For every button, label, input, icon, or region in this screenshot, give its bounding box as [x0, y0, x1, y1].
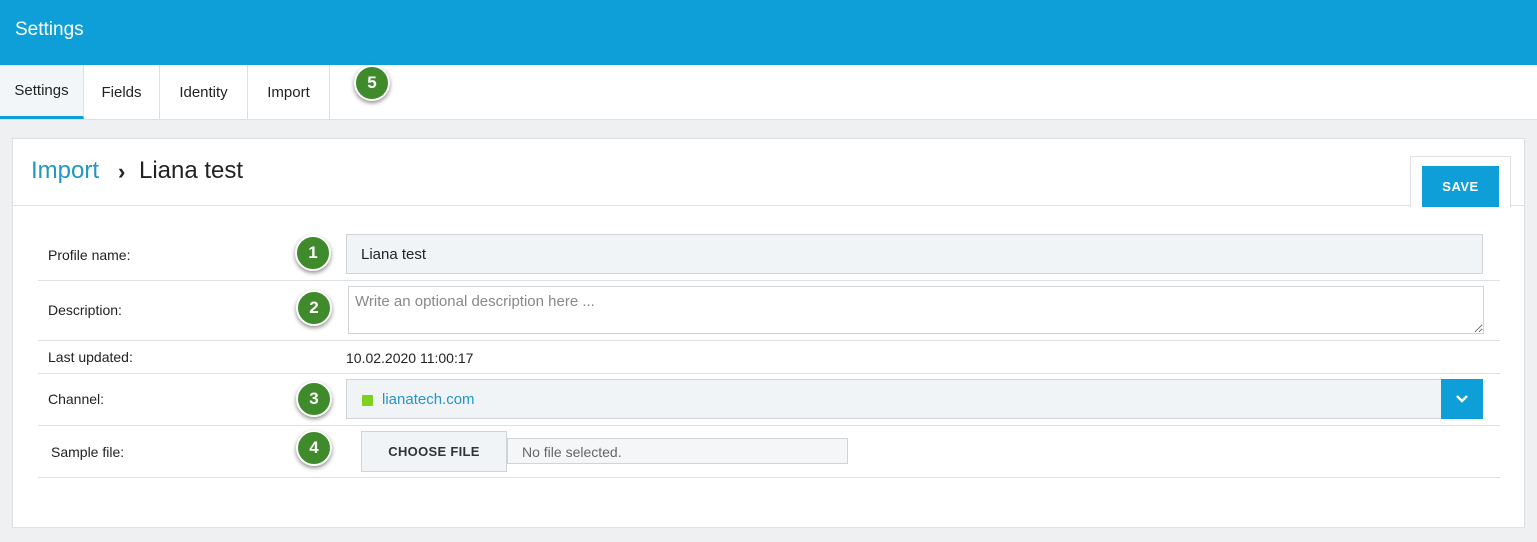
tab-label: Import: [267, 83, 310, 101]
last-updated-label: Last updated:: [48, 349, 133, 365]
chevron-right-icon: ›: [118, 159, 126, 184]
tab-label: Settings: [14, 82, 69, 99]
app-header: Settings: [0, 0, 1537, 65]
file-status: No file selected.: [507, 438, 848, 464]
tab-identity[interactable]: Identity: [160, 65, 248, 119]
row-divider: [38, 477, 1500, 478]
tab-label: Fields: [101, 83, 142, 101]
row-divider: [38, 373, 1500, 374]
breadcrumb-import-link[interactable]: Import: [31, 157, 99, 185]
panel-header: Import › Liana test SAVE: [13, 139, 1524, 207]
channel-label: Channel:: [48, 391, 105, 407]
last-updated-value: 10.02.2020 11:00:17: [346, 350, 474, 366]
step-badge-4: 4: [296, 430, 332, 466]
step-badge-3: 3: [296, 381, 332, 417]
row-divider: [38, 425, 1500, 426]
row-divider: [38, 280, 1500, 281]
tab-bar: Settings Fields Identity Import: [0, 65, 1537, 120]
chevron-down-icon[interactable]: [1441, 379, 1483, 419]
step-badge-2: 2: [296, 290, 332, 326]
tab-label: Identity: [179, 83, 228, 101]
row-divider: [38, 340, 1500, 341]
choose-file-button[interactable]: CHOOSE FILE: [361, 431, 507, 472]
step-badge-5: 5: [354, 65, 390, 101]
channel-value: lianatech.com: [382, 391, 475, 408]
tab-fields[interactable]: Fields: [84, 65, 160, 119]
channel-select[interactable]: lianatech.com: [346, 379, 1483, 419]
tab-settings[interactable]: Settings: [0, 65, 84, 119]
channel-color-dot: [362, 395, 373, 406]
profile-name-label: Profile name:: [48, 247, 131, 263]
sample-file-label: Sample file:: [51, 444, 125, 460]
description-label: Description:: [48, 302, 122, 318]
tab-import[interactable]: Import: [248, 65, 330, 119]
save-button-container: SAVE: [1410, 156, 1511, 207]
step-badge-1: 1: [295, 235, 331, 271]
description-textarea[interactable]: [348, 286, 1484, 334]
profile-name-input[interactable]: [346, 234, 1483, 274]
save-button[interactable]: SAVE: [1422, 166, 1499, 207]
app-title: Settings: [15, 19, 84, 40]
page-title: Liana test: [139, 157, 244, 184]
